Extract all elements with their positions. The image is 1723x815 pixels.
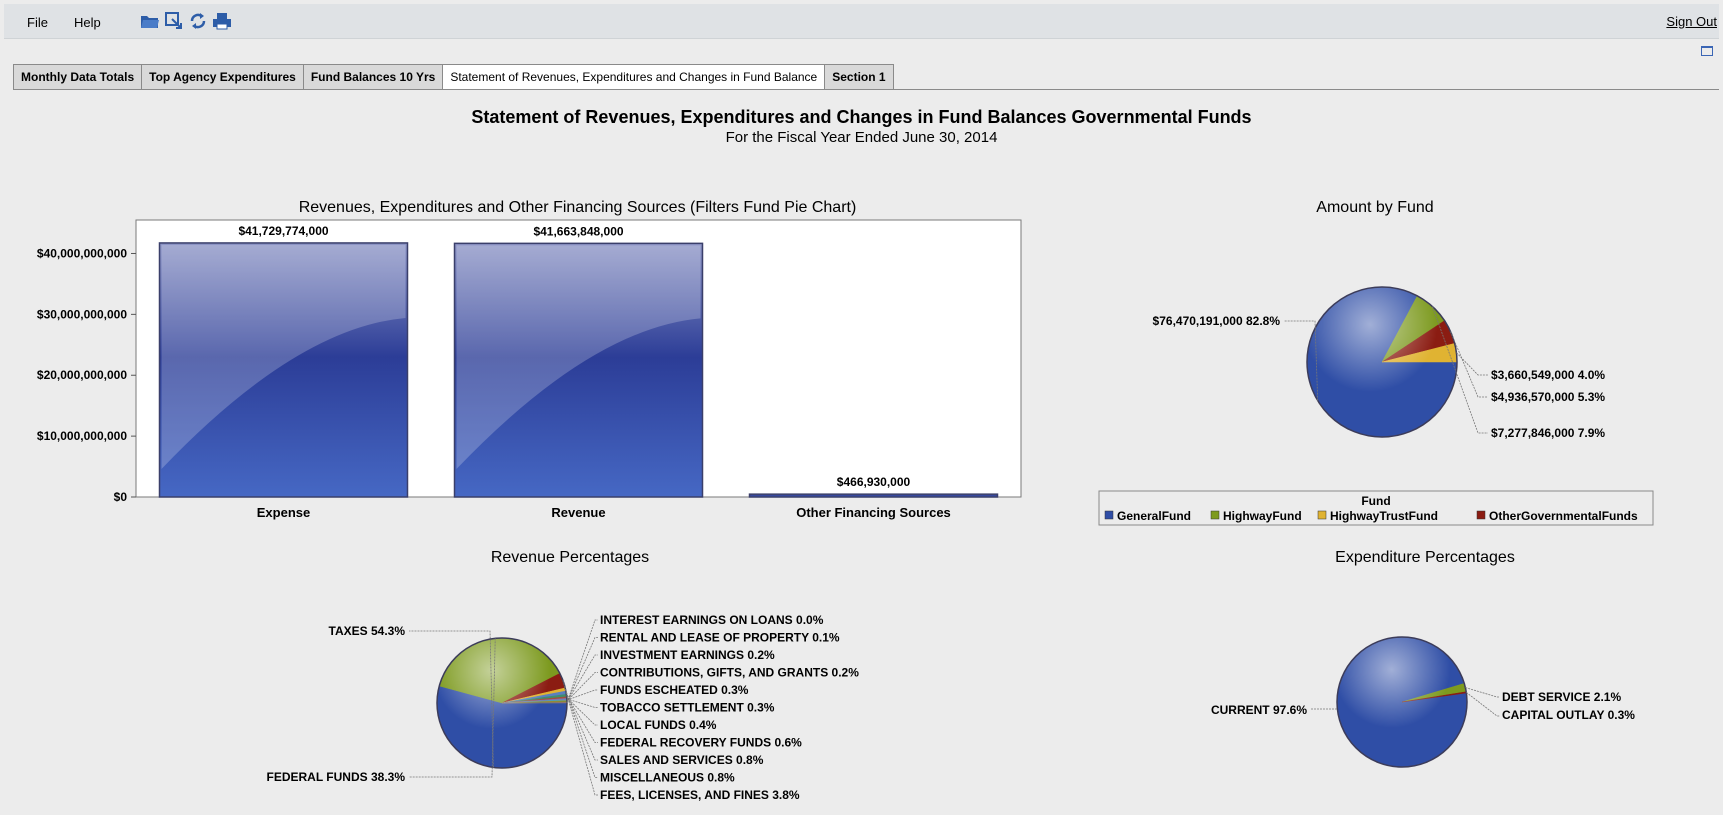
fund-label: $76,470,191,000 82.8%: [1153, 314, 1281, 328]
leader-line: [1456, 352, 1488, 376]
revenue-label: INVESTMENT EARNINGS 0.2%: [600, 648, 775, 662]
x-category-label: Expense: [257, 505, 310, 520]
revenue-label: RENTAL AND LEASE OF PROPERTY 0.1%: [600, 631, 840, 645]
bar-value-label: $466,930,000: [837, 475, 911, 489]
fund-label: $7,277,846,000 7.9%: [1491, 426, 1605, 440]
legend-swatch-highwayfund: [1210, 510, 1220, 520]
revenue-label: MISCELLANEOUS 0.8%: [600, 771, 735, 785]
x-category-label: Other Financing Sources: [796, 505, 951, 520]
leader-line: [566, 672, 598, 702]
legend-title: Fund: [1361, 494, 1390, 508]
legend-swatch-othergovernmentalfunds: [1476, 510, 1486, 520]
revenue-label: FEDERAL RECOVERY FUNDS 0.6%: [600, 736, 802, 750]
bar-revenue[interactable]: [453, 242, 704, 498]
revenue-label: TAXES 54.3%: [329, 624, 406, 638]
legend-item-highwaytrustfund: HighwayTrustFund: [1330, 509, 1438, 523]
fund-label: $3,660,549,000 4.0%: [1491, 368, 1605, 382]
fund-pie-chart[interactable]: $76,470,191,000 82.8% $7,277,846,000 7.9%…: [1153, 286, 1606, 440]
leader-line: [566, 689, 598, 701]
expenditure-label: DEBT SERVICE 2.1%: [1502, 690, 1621, 704]
legend-item-highwayfund: HighwayFund: [1223, 509, 1302, 523]
x-category-label: Revenue: [551, 505, 605, 520]
revenue-label: FUNDS ESCHEATED 0.3%: [600, 683, 749, 697]
fund-legend: Fund GeneralFund HighwayFund HighwayTrustFu…: [1098, 490, 1654, 526]
revenue-label: CONTRIBUTIONS, GIFTS, AND GRANTS 0.2%: [600, 666, 859, 680]
leader-line: [566, 695, 598, 743]
legend-swatch-highwaytrustfund: [1317, 510, 1327, 520]
revenue-label: SALES AND SERVICES 0.8%: [600, 753, 764, 767]
y-tick-label: $30,000,000,000: [37, 307, 127, 321]
revenue-label: LOCAL FUNDS 0.4%: [600, 718, 717, 732]
legend-swatch-generalfund: [1104, 510, 1114, 520]
legend-item-othergovernmentalfunds: OtherGovernmentalFunds: [1489, 509, 1638, 523]
fund-label: $4,936,570,000 5.3%: [1491, 390, 1605, 404]
revenue-label: INTEREST EARNINGS ON LOANS 0.0%: [600, 613, 824, 627]
legend-item-generalfund: GeneralFund: [1117, 509, 1191, 523]
y-tick-label: $20,000,000,000: [37, 368, 127, 382]
bar-chart[interactable]: $0 $10,000,000,000 $20,000,000,000 $30,000,…: [37, 219, 1022, 520]
revenue-label: TOBACCO SETTLEMENT 0.3%: [600, 701, 775, 715]
pie-gloss: [1307, 287, 1457, 437]
expenditure-label: CAPITAL OUTLAY 0.3%: [1502, 708, 1635, 722]
bar[interactable]: [748, 493, 999, 498]
leader-line: [562, 680, 598, 796]
leader-line: [1466, 692, 1500, 717]
leader-line: [1465, 687, 1500, 698]
revenue-label: FEES, LICENSES, AND FINES 3.8%: [600, 788, 800, 802]
y-tick-label: $10,000,000,000: [37, 429, 127, 443]
bar-value-label: $41,729,774,000: [238, 224, 328, 238]
revenue-pie-chart[interactable]: TAXES 54.3% FEDERAL FUNDS 38.3% INTEREST E…: [267, 613, 860, 802]
expenditure-label: CURRENT 97.6%: [1211, 703, 1307, 717]
bar-other-financing-sources[interactable]: [748, 493, 999, 498]
bar-expense[interactable]: [158, 242, 409, 498]
y-tick-label: $40,000,000,000: [37, 246, 127, 260]
revenue-label: FEDERAL FUNDS 38.3%: [267, 770, 406, 784]
leader-line: [566, 637, 598, 703]
expenditure-pie-chart[interactable]: CURRENT 97.6% DEBT SERVICE 2.1% CAPITAL OU…: [1211, 636, 1635, 768]
bar-value-label: $41,663,848,000: [533, 224, 623, 238]
charts-canvas: $0 $10,000,000,000 $20,000,000,000 $30,000,…: [37, 219, 1654, 802]
y-tick-label: $0: [114, 490, 128, 504]
